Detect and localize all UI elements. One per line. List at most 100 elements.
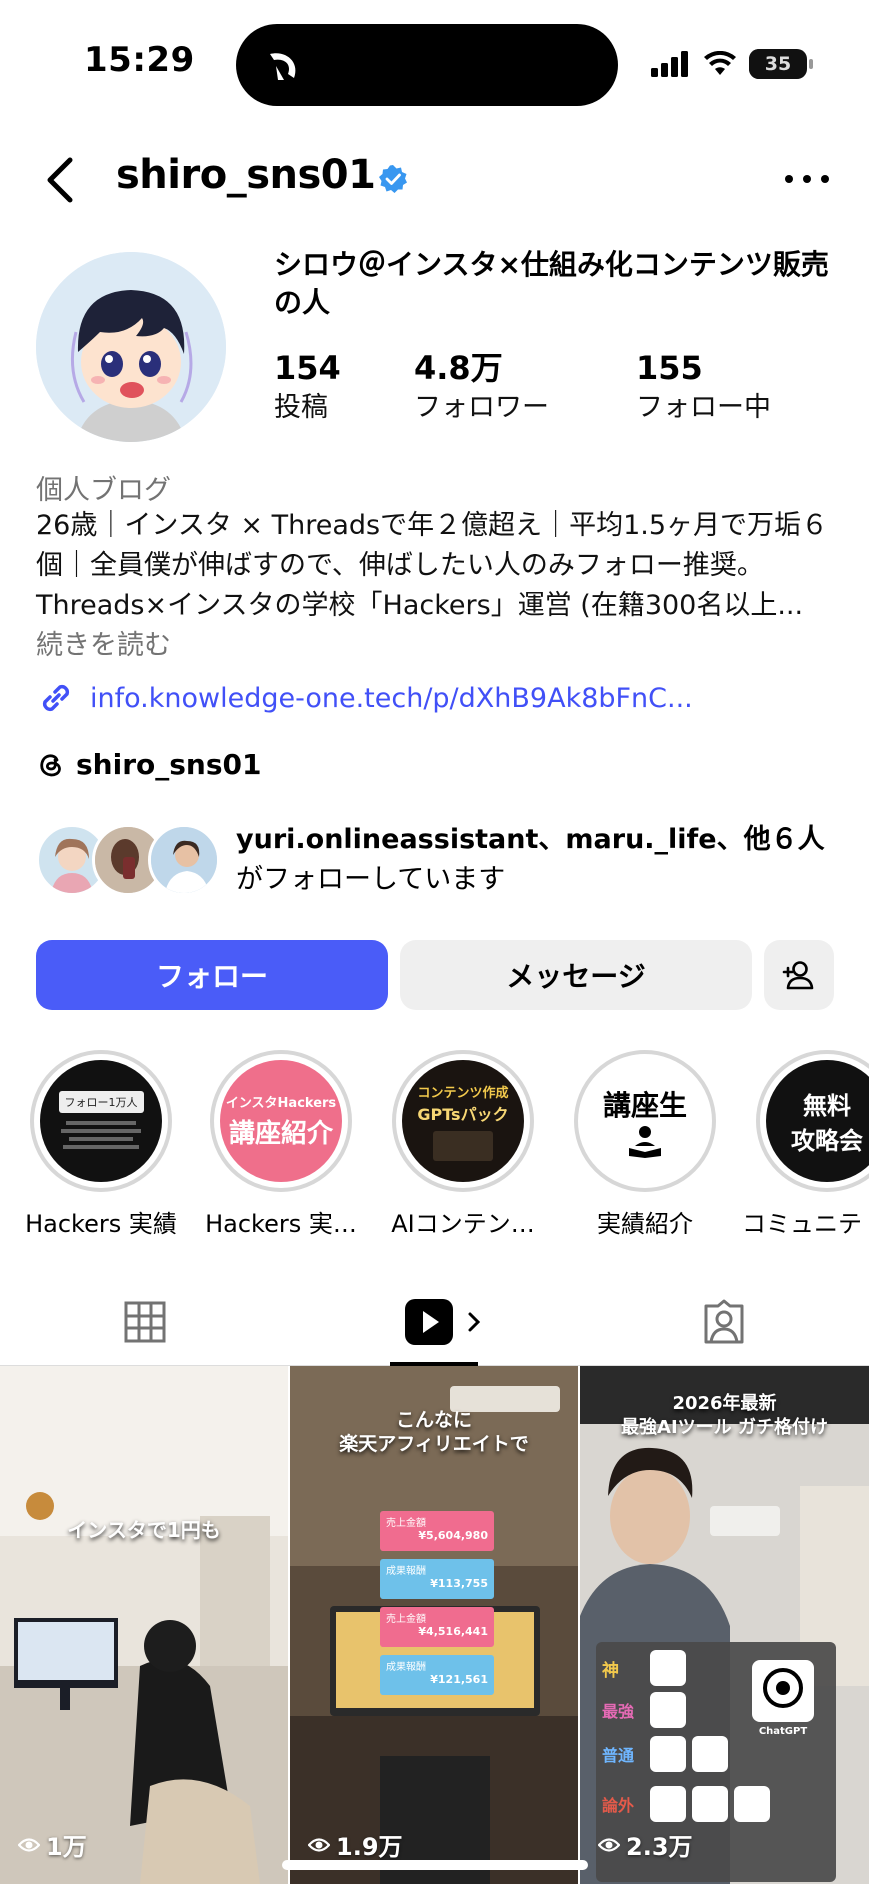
reels-grid: インスタで1円も 1万 こんなに 楽天アフィリエイトで 売上金額 ¥5,604,… (0, 1366, 869, 1884)
battery-icon: 35 (749, 49, 813, 79)
status-time: 15:29 (84, 40, 195, 80)
profile-bio: 26歳｜インスタ × Threadsで年２億超え｜平均1.5ヶ月で万垢６個｜全員… (36, 506, 836, 666)
student-icon (629, 1126, 661, 1158)
reel-thumbnail[interactable]: インスタで1円も 1万 (0, 1366, 288, 1884)
followed-by-names[interactable]: yuri.onlineassistant、maru._life、他６人 (236, 824, 825, 855)
highlight-label: Hackers 実績 (25, 1210, 177, 1238)
bio-more-link[interactable]: 続きを読む (36, 630, 171, 661)
earnings-card: 成果報酬 ¥113,755 (380, 1559, 494, 1599)
earnings-card-label: 売上金額 (386, 1614, 426, 1625)
status-bar: 15:29 35 (0, 0, 869, 130)
highlight-cover-title: 講座紹介 (228, 1119, 333, 1149)
earnings-card: 成果報酬 ¥121,561 (380, 1655, 494, 1695)
posts-count: 154 (274, 349, 341, 387)
highlight-cover-title: 攻略会 (791, 1127, 863, 1155)
follower-avatar (148, 824, 220, 896)
reel-caption: 2026年最新 最強AIツール ガチ格付け (580, 1392, 869, 1440)
earnings-card-amount: ¥4,516,441 (418, 1625, 488, 1638)
tab-reels[interactable] (404, 1294, 494, 1350)
tab-posts[interactable] (115, 1294, 175, 1350)
tier-label: 普通 (602, 1746, 635, 1765)
profile-avatar[interactable] (36, 252, 226, 442)
highlight-item[interactable]: 無料 攻略会 コミュニテ (742, 1050, 869, 1239)
highlight-item[interactable]: 講座生 実績紹介 (560, 1050, 730, 1239)
threads-badge[interactable]: shiro_sns01 (36, 744, 261, 784)
followed-by[interactable]: yuri.onlineassistant、maru._life、他６人 がフォロ… (36, 820, 836, 900)
earnings-card-amount: ¥121,561 (430, 1673, 488, 1686)
more-options-icon[interactable] (785, 164, 829, 194)
reel-views: 1.9万 (308, 1827, 403, 1862)
view-count-icon (18, 1837, 40, 1852)
reel-image (0, 1366, 288, 1884)
highlight-item[interactable]: コンテンツ作成 GPTsパック AIコンテン… (378, 1050, 548, 1239)
reel-thumbnail[interactable]: こんなに 楽天アフィリエイトで 売上金額 ¥5,604,980 成果報酬 ¥11… (290, 1366, 578, 1884)
wifi-icon (704, 51, 736, 75)
add-person-icon (782, 961, 814, 990)
highlight-cover: 講座生 (584, 1060, 706, 1182)
earnings-card-label: 成果報酬 (386, 1566, 426, 1577)
highlight-label: AIコンテン… (391, 1210, 535, 1238)
app-activity-icon (270, 53, 296, 80)
posts-stat[interactable]: 154 投稿 (274, 348, 341, 428)
message-button[interactable]: メッセージ (400, 940, 752, 1010)
link-icon (42, 684, 70, 712)
battery-level: 35 (764, 53, 792, 75)
followers-label: フォロワー (414, 392, 549, 423)
earnings-card: 売上金額 ¥4,516,441 (380, 1607, 494, 1647)
follow-button[interactable]: フォロー (36, 940, 388, 1010)
followers-count: 4.8万 (414, 349, 503, 387)
highlight-cover-subtitle: 無料 (803, 1092, 851, 1120)
dynamic-island (236, 24, 618, 106)
chevron-right-icon (468, 1312, 481, 1332)
highlight-cover: インスタHackers 講座紹介 (220, 1060, 342, 1182)
link-url[interactable]: info.knowledge-one.tech/p/dXhB9Ak8bFnC..… (90, 683, 693, 714)
display-name: シロウ＠インスタ×仕組み化コンテンツ販売の人 (274, 248, 829, 319)
avatar-illustration (36, 252, 226, 442)
following-stat[interactable]: 155 フォロー中 (636, 348, 771, 428)
earnings-card-amount: ¥113,755 (430, 1577, 488, 1590)
followed-by-avatars (36, 824, 222, 898)
highlight-label: コミュニテ (742, 1210, 862, 1238)
posts-label: 投稿 (274, 392, 328, 423)
reel-caption-line: 最強AIツール ガチ格付け (621, 1417, 828, 1438)
reel-caption: インスタで1円も (67, 1518, 221, 1542)
highlight-cover: 無料 攻略会 (766, 1060, 869, 1182)
earnings-card-amount: ¥5,604,980 (418, 1529, 488, 1542)
highlight-item[interactable]: フォロー1万人 Hackers 実績 (16, 1050, 186, 1239)
highlight-cover: フォロー1万人 (40, 1060, 162, 1182)
earnings-card-label: 売上金額 (386, 1518, 426, 1529)
reel-thumbnail[interactable]: 2026年最新 最強AIツール ガチ格付け 神 最強 普通 論外 ChatGPT… (580, 1366, 869, 1884)
back-chevron-icon[interactable] (40, 154, 86, 206)
reels-icon (405, 1299, 453, 1345)
reel-caption-line: こんなに (395, 1409, 472, 1431)
highlight-item[interactable]: インスタHackers 講座紹介 Hackers 実… (196, 1050, 366, 1239)
tier-label: 論外 (602, 1796, 635, 1815)
followers-stat[interactable]: 4.8万 フォロワー (414, 348, 549, 428)
reel-views-count: 1万 (46, 1833, 87, 1861)
header-username: shiro_sns01 (116, 152, 376, 198)
highlight-cover: コンテンツ作成 GPTsパック (402, 1060, 524, 1182)
highlight-ring: フォロー1万人 (30, 1050, 172, 1192)
cellular-signal-icon (651, 51, 688, 77)
highlight-ring: インスタHackers 講座紹介 (210, 1050, 352, 1192)
tool-label: ChatGPT (758, 1726, 808, 1737)
status-icons: 35 (651, 48, 813, 80)
reel-views-count: 1.9万 (336, 1833, 403, 1861)
view-count-icon (598, 1837, 620, 1852)
home-indicator[interactable] (282, 1860, 588, 1870)
suggested-users-button[interactable] (764, 940, 834, 1010)
highlight-label: Hackers 実… (205, 1210, 357, 1238)
followed-by-text: yuri.onlineassistant、maru._life、他６人 がフォロ… (236, 820, 856, 900)
reel-views: 2.3万 (598, 1827, 693, 1862)
highlight-cover-subtitle: インスタHackers (225, 1096, 337, 1111)
bio-text: 26歳｜インスタ × Threadsで年２億超え｜平均1.5ヶ月で万垢６個｜全員… (36, 510, 829, 621)
reel-caption-line: 2026年最新 (672, 1393, 777, 1414)
highlight-cover-title: 講座生 (602, 1089, 687, 1122)
tab-tagged[interactable] (694, 1294, 754, 1350)
highlight-cover-text: フォロー1万人 (58, 1091, 144, 1113)
highlight-cover-subtitle: コンテンツ作成 (417, 1085, 509, 1101)
reel-caption-line: 楽天アフィリエイトで (339, 1433, 529, 1455)
profile-link[interactable]: info.knowledge-one.tech/p/dXhB9Ak8bFnC..… (36, 676, 836, 720)
profile-tabs (0, 1280, 869, 1366)
earnings-card: 売上金額 ¥5,604,980 (380, 1511, 494, 1551)
